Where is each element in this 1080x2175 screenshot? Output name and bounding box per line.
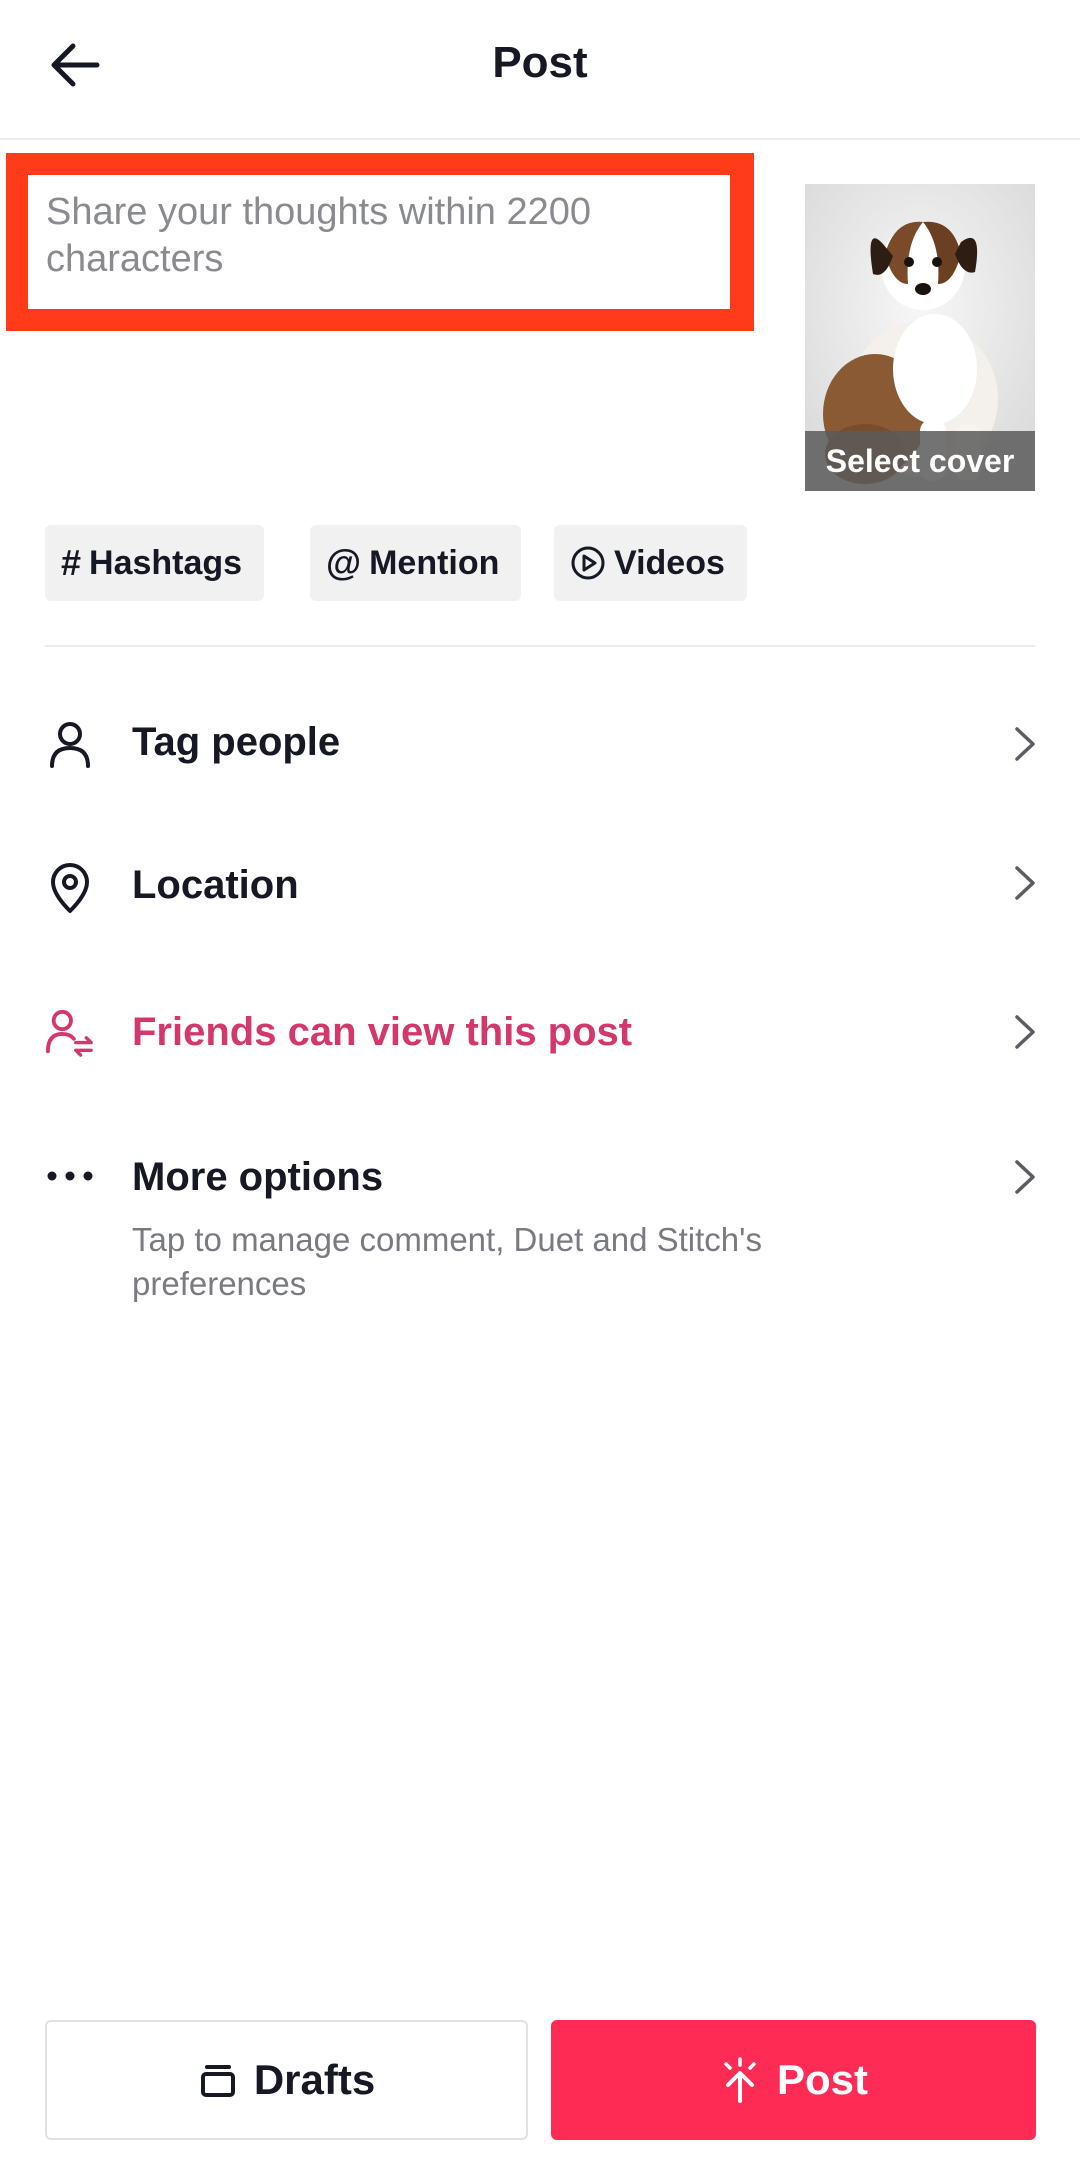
divider bbox=[45, 645, 1035, 647]
location-label: Location bbox=[132, 863, 299, 907]
location-pin-icon bbox=[45, 863, 95, 913]
hashtag-icon: # bbox=[61, 542, 82, 583]
drafts-label: Drafts bbox=[253, 2056, 376, 2103]
post-label: Post bbox=[776, 2056, 868, 2103]
privacy-row[interactable]: Friends can view this post bbox=[0, 990, 1080, 1080]
person-icon bbox=[45, 720, 95, 770]
friends-privacy-icon bbox=[45, 1008, 95, 1058]
tag-people-label: Tag people bbox=[132, 720, 341, 764]
more-dots-icon bbox=[45, 1151, 95, 1201]
mention-label: Mention bbox=[369, 543, 500, 582]
tag-people-row[interactable]: Tag people bbox=[0, 700, 1080, 790]
hashtags-chip[interactable]: # Hashtags bbox=[45, 525, 265, 601]
chevron-right-icon bbox=[1005, 1012, 1045, 1052]
header: Post bbox=[0, 0, 1080, 140]
drafts-button[interactable]: Drafts bbox=[45, 2020, 528, 2140]
more-options-label: More options bbox=[132, 1155, 384, 1199]
more-options-row[interactable]: More options Tap to manage comment, Duet… bbox=[0, 1135, 1080, 1315]
play-circle-icon bbox=[570, 545, 606, 581]
more-options-description: Tap to manage comment, Duet and Stitch's… bbox=[132, 1221, 762, 1302]
chevron-right-icon bbox=[1005, 863, 1045, 903]
select-cover-label: Select cover bbox=[805, 431, 1035, 491]
cover-thumbnail[interactable]: Select cover bbox=[805, 184, 1035, 491]
drafts-icon bbox=[200, 2065, 235, 2097]
videos-label: Videos bbox=[614, 543, 725, 582]
caption-container bbox=[28, 175, 730, 309]
caption-input[interactable] bbox=[46, 189, 716, 295]
chevron-right-icon bbox=[1005, 724, 1045, 764]
post-upload-icon bbox=[724, 2057, 756, 2103]
videos-chip[interactable]: Videos bbox=[554, 525, 747, 601]
privacy-label: Friends can view this post bbox=[132, 1010, 633, 1054]
page-title: Post bbox=[492, 38, 588, 87]
hashtags-label: Hashtags bbox=[89, 543, 243, 582]
post-button[interactable]: Post bbox=[551, 2020, 1036, 2140]
chevron-right-icon bbox=[1005, 1157, 1045, 1197]
at-icon: @ bbox=[326, 542, 362, 583]
post-screen: Post Share your thoughts within 2200 cha… bbox=[0, 0, 1080, 2175]
location-row[interactable]: Location bbox=[0, 843, 1080, 933]
mention-chip[interactable]: @ Mention bbox=[310, 525, 522, 601]
